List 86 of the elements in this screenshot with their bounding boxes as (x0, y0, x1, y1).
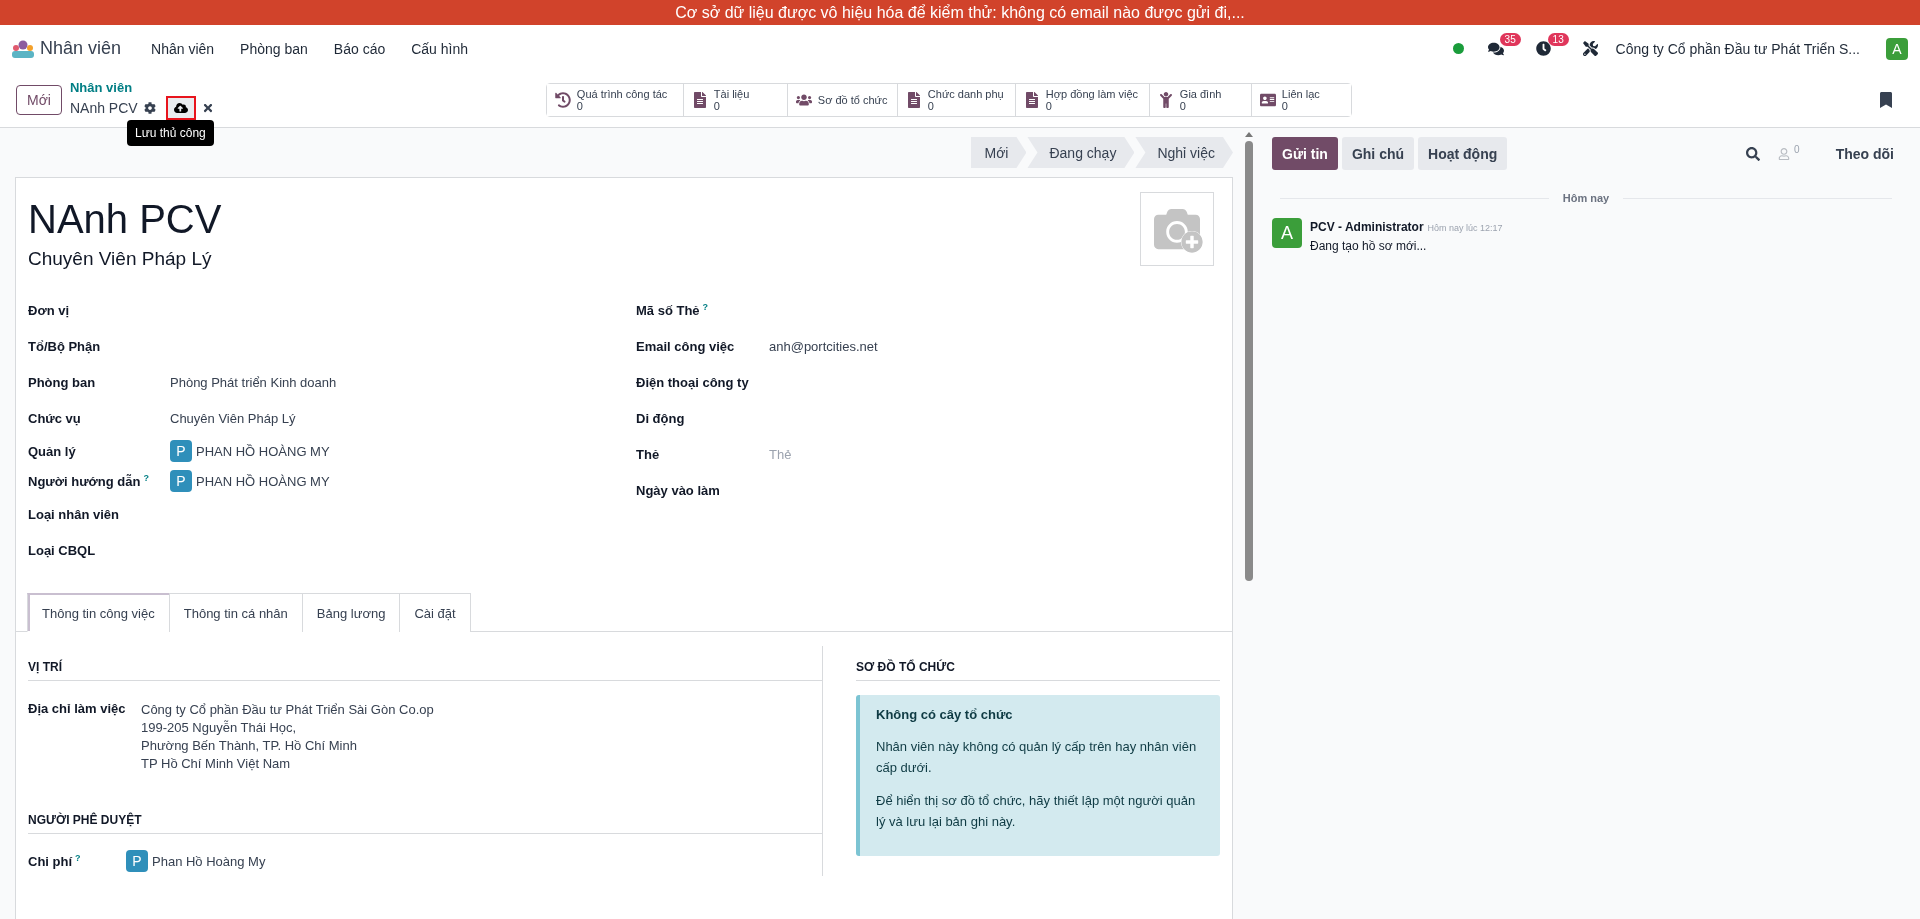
tools-icon[interactable] (1582, 41, 1598, 56)
scroll-up-icon[interactable] (1245, 132, 1253, 137)
cloud-upload-icon (173, 100, 188, 115)
history-icon (554, 91, 571, 108)
form-tab[interactable]: Bảng lương (301, 593, 401, 632)
field-value[interactable]: PHAN HỒ HOÀNG MY (196, 473, 330, 489)
field-label: Di động (636, 410, 686, 426)
section-title: NGƯỜI PHÊ DUYỆT (28, 813, 822, 834)
status-stage[interactable]: Mới (970, 137, 1027, 168)
form-tab[interactable]: Thông tin cá nhân (168, 593, 303, 632)
alert-title: Không có cây tổ chức (876, 707, 1014, 722)
address-line: Công ty Cổ phần Đầu tư Phát Triển Sài Gòn Co.op (141, 701, 435, 719)
company-name[interactable]: Công ty Cổ phần Đầu tư Phát Triển S... (1615, 40, 1860, 57)
record-name: NAnh PCV (69, 99, 138, 116)
contact-card-icon (1259, 91, 1276, 108)
field-label: Điện thoại công ty (636, 374, 750, 390)
job-title[interactable]: Chuyên Viên Pháp Lý (28, 248, 222, 270)
avatar-initial: P (170, 470, 192, 492)
breadcrumb-link[interactable]: Nhân viên (69, 79, 214, 96)
field-label: Người hướng dẫn $^{?}$ (28, 472, 150, 490)
field-label: Email công việc (636, 338, 736, 354)
avatar-initial: P (170, 440, 192, 462)
field-label: Phòng ban (28, 374, 97, 390)
menu-item[interactable]: Cấu hình (401, 34, 479, 63)
employee-name[interactable]: NAnh PCV (28, 194, 222, 244)
close-icon[interactable] (201, 101, 214, 114)
message-time: Hôm nay lúc 12:17 (1427, 223, 1503, 233)
settings-icon[interactable] (143, 101, 156, 114)
count-badge: 35 (1499, 32, 1521, 46)
document-icon (1023, 91, 1040, 108)
section-title: SƠ ĐỒ TỔ CHỨC (856, 660, 1220, 681)
new-button[interactable]: Mới (16, 84, 62, 115)
field-label: Đơn vị (28, 302, 71, 318)
search-icon[interactable] (1746, 146, 1761, 161)
field-label: Loại nhân viên (28, 506, 120, 522)
form-tab[interactable]: Cài đặt (399, 593, 471, 632)
follow-button[interactable]: Theo dõi (1829, 144, 1900, 163)
field-label: Mã số Thẻ $^{?}$ (636, 301, 710, 319)
document-icon (691, 91, 708, 108)
avatar-initial: P (126, 850, 148, 872)
chatter-button[interactable]: Hoạt động (1418, 137, 1508, 170)
bookmark-icon[interactable] (1878, 91, 1894, 108)
field-value[interactable]: PHAN HỒ HOÀNG MY (196, 443, 330, 459)
author-avatar: A (1272, 218, 1302, 248)
field-label: Quản lý (28, 443, 77, 459)
field-value[interactable]: Phòng Phát triển Kinh doanh (170, 374, 636, 390)
document-icon (905, 91, 922, 108)
section-title: VỊ TRÍ (28, 660, 822, 681)
field-value[interactable]: Chuyên Viên Pháp Lý (170, 410, 636, 426)
alert-text: Để hiển thị sơ đồ tổ chức, hãy thiết lập một người quản lý và lưu lại bản ghi này. (876, 792, 1197, 831)
date-separator: Hôm nay (1562, 192, 1610, 204)
status-stage[interactable]: Nghỉ việc (1135, 137, 1233, 168)
field-label: Loại CBQL (28, 542, 97, 558)
tooltip: Lưu thủ công (127, 120, 214, 146)
message-body: Đang tạo hồ sơ mới... (1310, 239, 1428, 253)
field-value[interactable]: anh@portcities.net (769, 338, 1220, 354)
form-tab[interactable]: Thông tin công việc (27, 593, 170, 632)
alert-text: Nhân viên này không có quản lý cấp trên hay nhân viên cấp dưới. (876, 738, 1198, 777)
app-logo-icon[interactable] (12, 39, 34, 58)
warning-banner: Cơ sở dữ liệu được vô hiệu hóa để kiểm thử: không có email nào được gửi đi,... (0, 0, 1920, 25)
address-line: 199-205 Nguyễn Thái Học, (141, 719, 298, 737)
field-label: Thẻ (636, 446, 661, 462)
count-badge: 13 (1547, 33, 1569, 46)
menu-item[interactable]: Phòng ban (230, 34, 318, 63)
smart-button[interactable]: Liên lạc 0 (1250, 83, 1351, 116)
menu-item[interactable]: Báo cáo (323, 34, 396, 63)
clock-icon[interactable] (1535, 41, 1551, 56)
followers-count: 0 (1794, 144, 1800, 155)
message-author: PCV - Administrator (1310, 220, 1424, 234)
save-button[interactable] (165, 95, 196, 120)
field-label: Chi phí $^{?}$ (28, 852, 82, 870)
field-label: Tổ/Bộ Phận (28, 338, 102, 354)
address-line: Phường Bến Thành, TP. Hồ Chí Minh (141, 737, 358, 755)
field-label: Ngày vào làm (636, 482, 721, 498)
messages-icon[interactable] (1487, 40, 1504, 57)
person-icon (1157, 91, 1174, 108)
field-label: Địa chỉ làm việc (28, 701, 127, 718)
address-line: TP Hồ Chí Minh Việt Nam (141, 755, 292, 773)
chatter-button[interactable]: Gửi tin (1272, 137, 1338, 170)
status-stage[interactable]: Đang chạy (1027, 137, 1135, 168)
chatter-button[interactable]: Ghi chú (1341, 137, 1415, 170)
field-value[interactable]: Phan Hồ Hoàng My (152, 853, 266, 869)
app-name[interactable]: Nhân viên (40, 38, 122, 59)
status-dot (1452, 43, 1464, 54)
field-label: Chức vụ (28, 410, 82, 426)
menu-item[interactable]: Nhân viên (141, 34, 225, 63)
